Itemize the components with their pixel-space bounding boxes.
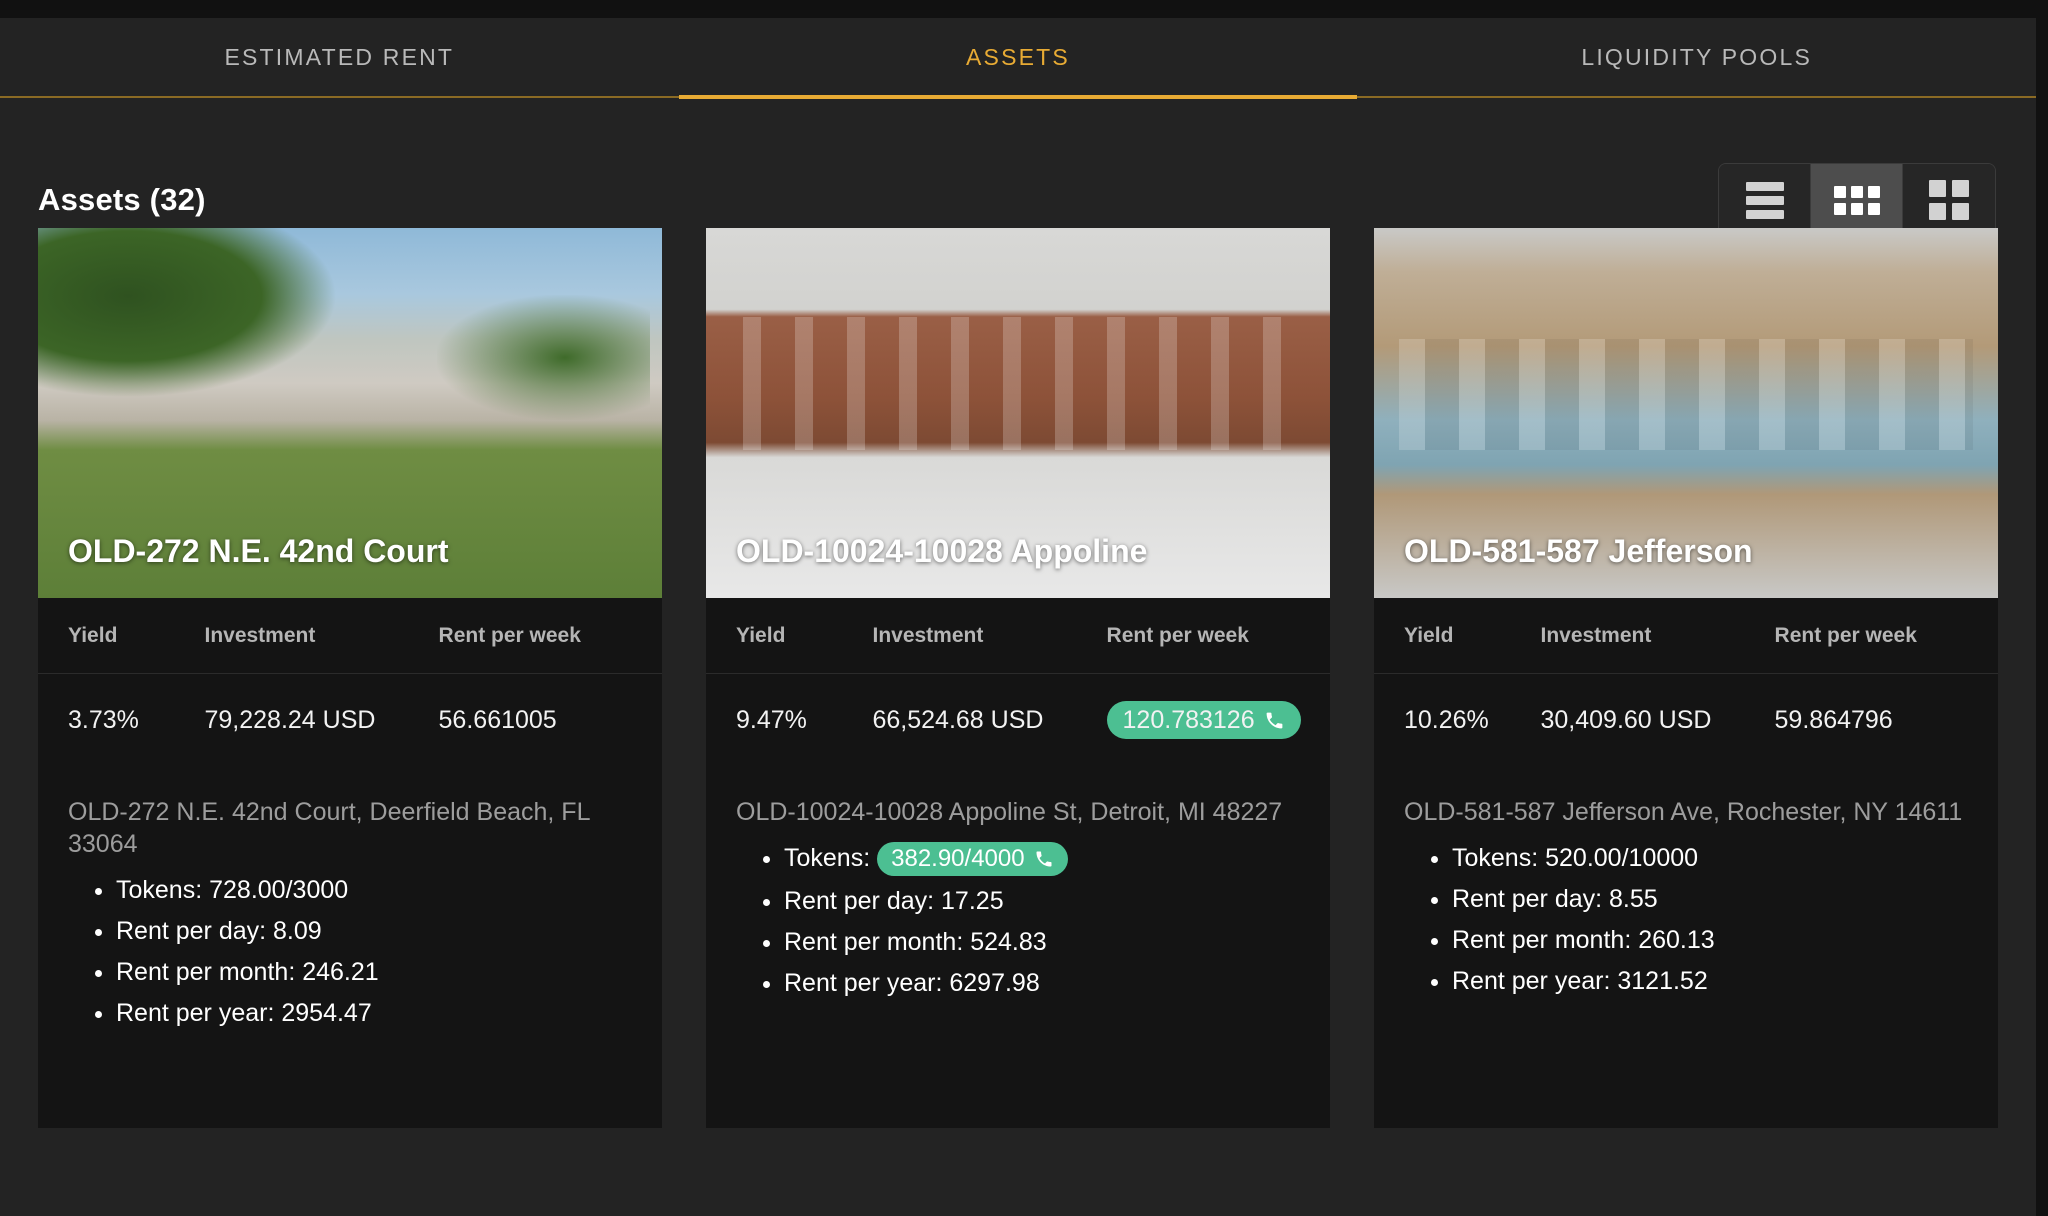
tab-label: ESTIMATED RENT — [224, 44, 455, 70]
page-title: Assets (32) — [38, 182, 206, 217]
asset-photo: OLD-10024-10028 Appoline — [706, 228, 1330, 598]
asset-detail-list: Tokens: 520.00/10000 Rent per day: 8.55 … — [1374, 842, 1998, 997]
phone-icon — [1036, 851, 1052, 867]
asset-card-grid: OLD-272 N.E. 42nd Court Yield Investment… — [0, 228, 2036, 1128]
list-item-tokens: Tokens: 382.90/4000 — [784, 842, 1300, 876]
col-header-investment: Investment — [872, 623, 984, 647]
asset-title: OLD-272 N.E. 42nd Court — [68, 533, 449, 569]
list-item-rent-per-year: Rent per year: 2954.47 — [116, 997, 632, 1029]
asset-detail-list: Tokens: 728.00/3000 Rent per day: 8.09 R… — [38, 874, 662, 1029]
list-item-rent-per-day: Rent per day: 8.09 — [116, 915, 632, 947]
asset-title: OLD-10024-10028 Appoline — [736, 533, 1148, 569]
list-view-icon — [1745, 181, 1784, 219]
list-item-rent-per-month: Rent per month: 524.83 — [784, 926, 1300, 958]
tokens-label: Tokens: — [784, 844, 871, 872]
tab-estimated-rent[interactable]: ESTIMATED RENT — [0, 18, 679, 97]
list-item-rent-per-year: Rent per year: 6297.98 — [784, 967, 1300, 999]
col-header-rent-per-week: Rent per week — [1774, 623, 1917, 647]
stats-value-row: 9.47% 66,524.68 USD 120.783126 — [706, 674, 1330, 766]
list-item-rent-per-day: Rent per day: 17.25 — [784, 885, 1300, 917]
tab-assets[interactable]: ASSETS — [678, 18, 1358, 99]
col-header-investment: Investment — [204, 623, 316, 647]
value-investment: 79,228.24 USD — [204, 705, 376, 734]
tokens-label: Tokens: — [116, 876, 203, 904]
col-header-yield: Yield — [1404, 623, 1454, 647]
tokens-label: Tokens: — [1452, 844, 1539, 872]
tokens-badge[interactable]: 382.90/4000 — [877, 842, 1068, 876]
value-yield: 10.26% — [1404, 705, 1489, 734]
col-header-yield: Yield — [68, 623, 118, 647]
rent-per-week-badge-value: 120.783126 — [1122, 705, 1255, 734]
tab-bar: ESTIMATED RENT ASSETS LIQUIDITY POOLS — [0, 18, 2036, 99]
grid-3-view-icon — [1833, 185, 1880, 215]
view-btn-grid-3[interactable] — [1811, 164, 1903, 236]
list-item-rent-per-month: Rent per month: 246.21 — [116, 956, 632, 988]
phone-icon — [1266, 712, 1282, 728]
stats-header-row: Yield Investment Rent per week — [1374, 598, 1998, 674]
grid-2-view-icon — [1929, 180, 1969, 220]
list-item-rent-per-day: Rent per day: 8.55 — [1452, 883, 1968, 915]
asset-card[interactable]: OLD-581-587 Jefferson Yield Investment R… — [1374, 228, 1998, 1128]
asset-address: OLD-10024-10028 Appoline St, Detroit, MI… — [736, 798, 1283, 826]
asset-address: OLD-272 N.E. 42nd Court, Deerfield Beach… — [68, 798, 590, 858]
value-yield: 9.47% — [736, 705, 807, 734]
asset-address: OLD-581-587 Jefferson Ave, Rochester, NY… — [1404, 798, 1963, 826]
list-item-rent-per-month: Rent per month: 260.13 — [1452, 924, 1968, 956]
value-investment: 66,524.68 USD — [872, 705, 1044, 734]
app-page: ESTIMATED RENT ASSETS LIQUIDITY POOLS As… — [0, 18, 2036, 1216]
asset-card[interactable]: OLD-272 N.E. 42nd Court Yield Investment… — [38, 228, 662, 1128]
value-rent-per-week: 56.661005 — [438, 705, 557, 734]
asset-title: OLD-581-587 Jefferson — [1404, 533, 1753, 569]
asset-photo: OLD-581-587 Jefferson — [1374, 228, 1998, 598]
section-header: Assets (32) — [0, 98, 2036, 237]
value-rent-per-week: 59.864796 — [1774, 705, 1893, 734]
tokens-value: 728.00/3000 — [209, 876, 349, 904]
list-item-tokens: Tokens: 520.00/10000 — [1452, 842, 1968, 874]
asset-detail-list: Tokens: 382.90/4000 Rent per day: 17.25 … — [706, 842, 1330, 999]
list-item-tokens: Tokens: 728.00/3000 — [116, 874, 632, 906]
asset-card[interactable]: OLD-10024-10028 Appoline Yield Investmen… — [706, 228, 1330, 1128]
tokens-value: 520.00/10000 — [1545, 844, 1699, 872]
col-header-yield: Yield — [736, 623, 786, 647]
value-rent-per-week-wrap: 120.783126 — [1106, 700, 1301, 740]
value-investment: 30,409.60 USD — [1540, 705, 1712, 734]
stats-header-row: Yield Investment Rent per week — [706, 598, 1330, 674]
tab-liquidity-pools[interactable]: LIQUIDITY POOLS — [1357, 18, 2036, 97]
tab-label: ASSETS — [966, 44, 1070, 70]
view-btn-grid-2[interactable] — [1903, 164, 1995, 236]
tokens-badge-value: 382.90/4000 — [891, 845, 1025, 872]
col-header-rent-per-week: Rent per week — [438, 623, 581, 647]
rent-per-week-badge[interactable]: 120.783126 — [1106, 700, 1301, 740]
asset-photo: OLD-272 N.E. 42nd Court — [38, 228, 662, 598]
stats-header-row: Yield Investment Rent per week — [38, 598, 662, 674]
stats-value-row: 3.73% 79,228.24 USD 56.661005 — [38, 674, 662, 766]
view-btn-list[interactable] — [1719, 164, 1811, 236]
col-header-rent-per-week: Rent per week — [1106, 623, 1249, 647]
list-item-rent-per-year: Rent per year: 3121.52 — [1452, 965, 1968, 997]
tab-label: LIQUIDITY POOLS — [1581, 44, 1813, 70]
col-header-investment: Investment — [1540, 623, 1652, 647]
value-yield: 3.73% — [68, 705, 139, 734]
view-toggle-group — [1718, 163, 1996, 237]
stats-value-row: 10.26% 30,409.60 USD 59.864796 — [1374, 674, 1998, 766]
